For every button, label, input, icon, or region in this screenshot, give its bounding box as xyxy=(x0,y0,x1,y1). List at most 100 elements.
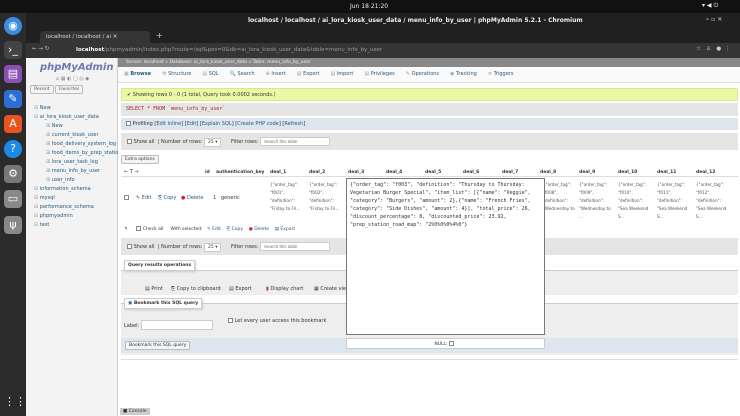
chromium-icon[interactable]: ◉ xyxy=(4,17,22,35)
close-tab-icon[interactable]: ✕ xyxy=(113,34,118,40)
cell-deal-2[interactable]: {"order_tag": "f002", "definition": "Fri… xyxy=(309,181,345,213)
column-header-deal_5[interactable]: deal_5 xyxy=(425,170,441,175)
profiling-checkbox[interactable] xyxy=(126,121,131,126)
create-view-button[interactable]: ▦ Create view xyxy=(314,286,350,292)
cell-deal-11[interactable]: {"order_tag": "f011", "definition": "Sea… xyxy=(657,181,693,221)
software-center-icon[interactable]: A xyxy=(4,115,22,133)
tree-item[interactable]: ⊟ information_schema xyxy=(34,186,91,192)
tab-browse[interactable]: ▦ Browse xyxy=(124,71,151,77)
usb-icon[interactable]: ψ xyxy=(4,216,22,234)
tree-item[interactable]: ⊞ food_delivery_system_log xyxy=(46,141,116,147)
new-tab-icon[interactable]: + xyxy=(156,31,163,40)
refresh-link[interactable]: Refresh xyxy=(284,121,303,127)
help-icon[interactable]: ? xyxy=(4,140,22,158)
sort-arrows[interactable]: ← T → xyxy=(124,169,139,175)
system-tray-icons[interactable]: ▾ ◀ ⏻ xyxy=(702,2,718,10)
tab-insert[interactable]: ⊕ Insert xyxy=(266,71,286,77)
bulk-delete-button[interactable]: ● Delete xyxy=(249,227,269,232)
drive-icon[interactable]: ▭ xyxy=(4,190,22,208)
check-all-checkbox[interactable] xyxy=(136,226,142,231)
row-checkbox[interactable] xyxy=(124,195,129,200)
tab-structure[interactable]: ⚒ Structure xyxy=(162,71,191,77)
create-php-link[interactable]: Create PHP code xyxy=(237,121,279,127)
breadcrumb-table[interactable]: Table: menu_info_by_user xyxy=(253,60,311,65)
console-toggle[interactable]: ■ Console xyxy=(120,408,150,415)
edit-link[interactable]: Edit xyxy=(187,121,197,127)
tab-tracking[interactable]: ◉ Tracking xyxy=(450,71,477,77)
sql-query[interactable]: SELECT * FROM `menu_info_by_user` xyxy=(121,103,738,116)
filter-input[interactable] xyxy=(259,137,330,146)
column-header-deal_4[interactable]: deal_4 xyxy=(386,170,402,175)
row-delete-button[interactable]: ● Delete xyxy=(181,195,203,201)
tab-triggers[interactable]: ≡ Triggers xyxy=(488,71,514,77)
tab-search[interactable]: 🔍 Search xyxy=(230,71,255,77)
cell-auth-key[interactable]: generic xyxy=(221,195,240,201)
cell-deal-12[interactable]: {"order_tag": "f012", "definition": "Sea… xyxy=(696,181,732,221)
tree-item[interactable]: ⊟ mysql xyxy=(34,195,55,201)
column-header-deal_2[interactable]: deal_2 xyxy=(309,170,325,175)
column-header-id[interactable]: id xyxy=(205,170,210,175)
show-all-checkbox[interactable] xyxy=(127,139,132,144)
bulk-copy-button[interactable]: ⎘ Copy xyxy=(227,227,243,232)
breadcrumb-database[interactable]: Database: ai_lora_kiosk_user_data xyxy=(169,60,247,65)
url-field[interactable]: localhost/phpmyadmin/index.php?route=/sq… xyxy=(76,47,382,53)
cell-deal-8[interactable]: {"order_tag": "f008", "definition": "Wed… xyxy=(543,181,579,213)
favorites-button[interactable]: Favorites xyxy=(55,85,84,94)
column-header-deal_9[interactable]: deal_9 xyxy=(579,170,595,175)
row-edit-button[interactable]: ✎ Edit xyxy=(136,195,151,201)
tree-item[interactable]: ⊞ New xyxy=(46,123,63,129)
column-header-deal_6[interactable]: deal_6 xyxy=(463,170,479,175)
bookmark-submit-button[interactable]: Bookmark this SQL query xyxy=(125,341,191,350)
files-icon[interactable]: ▤ xyxy=(4,65,22,83)
column-header-deal_1[interactable]: deal_1 xyxy=(270,170,286,175)
rows-select-bottom[interactable]: 25 ▾ xyxy=(204,243,222,252)
browser-tab[interactable]: localhost / localhost / ai ✕ xyxy=(40,31,150,43)
column-header-deal_12[interactable]: deal_12 xyxy=(696,170,715,175)
tree-item[interactable]: ⊞ menu_info_by_user xyxy=(46,168,100,174)
null-checkbox[interactable] xyxy=(449,341,454,346)
tab-export[interactable]: ▤ Export xyxy=(297,71,320,77)
pma-logo[interactable]: phpMyAdmin xyxy=(40,62,113,73)
cell-deal-10[interactable]: {"order_tag": "f010", "definition": "Sea… xyxy=(618,181,654,221)
column-header-deal_11[interactable]: deal_11 xyxy=(657,170,676,175)
public-bookmark-option[interactable]: Let every user access this bookmark xyxy=(228,318,326,324)
rows-select[interactable]: 25 ▾ xyxy=(204,138,222,147)
cell-edit-textarea[interactable]: {"order_tag": "f003", "definition": "Thu… xyxy=(346,178,545,335)
tab-import[interactable]: ▤ Import xyxy=(330,71,353,77)
row-copy-button[interactable]: ⎘ Copy xyxy=(158,195,176,201)
breadcrumb-server[interactable]: Server: localhost xyxy=(126,60,164,65)
column-header-deal_7[interactable]: deal_7 xyxy=(502,170,518,175)
cell-id[interactable]: 1 xyxy=(213,195,216,201)
show-apps-icon[interactable]: ⋮⋮ xyxy=(4,393,26,411)
recent-button[interactable]: Recent xyxy=(30,85,54,94)
public-checkbox[interactable] xyxy=(228,318,233,323)
show-all-checkbox-bottom[interactable] xyxy=(127,244,132,249)
bulk-edit-button[interactable]: ✎ Edit xyxy=(207,227,221,232)
tree-item[interactable]: ⊞ user_info xyxy=(46,177,75,183)
window-controls[interactable]: – ▫ ✕ xyxy=(706,16,722,23)
tree-item[interactable]: ⊟ test xyxy=(34,222,49,228)
tree-item[interactable]: ⊞ lora_user_task_log xyxy=(46,159,98,165)
tab-sql[interactable]: ▤ SQL xyxy=(202,71,218,77)
column-header-deal_8[interactable]: deal_8 xyxy=(540,170,556,175)
tree-item[interactable]: ⊟ phpmyadmin xyxy=(34,213,73,219)
settings-icon[interactable]: ⚙ xyxy=(4,165,22,183)
cell-deal-1[interactable]: {"order_tag": "f001", "definition": "Fri… xyxy=(270,181,306,213)
copy-clipboard-button[interactable]: ⎘ Copy to clipboard xyxy=(171,286,221,292)
print-button[interactable]: ▤ Print xyxy=(145,286,163,292)
sidebar-quick-icons[interactable]: ⌂ ▦ ◐ ▢ ◎ ◆ xyxy=(56,76,89,82)
tree-item[interactable]: ⊞ food_items_by_prep_station xyxy=(46,150,121,156)
column-header-deal_3[interactable]: deal_3 xyxy=(348,170,364,175)
cell-deal-9[interactable]: {"order_tag": "f009", "definition": "Wed… xyxy=(579,181,615,221)
tree-item[interactable]: ⊟ ai_lora_kiosk_user_data xyxy=(34,114,99,120)
column-header-deal_10[interactable]: deal_10 xyxy=(618,170,637,175)
tab-operations[interactable]: ✎ Operations xyxy=(406,71,439,77)
tree-item[interactable]: ⊟ New xyxy=(34,105,51,111)
terminal-icon[interactable]: ›_ xyxy=(4,41,22,59)
text-editor-icon[interactable]: ✎ xyxy=(4,90,22,108)
toolbar-icons[interactable]: ☆ ♙ ● ⋮ xyxy=(696,46,730,52)
column-header-authentication_key[interactable]: authentication_key xyxy=(216,170,264,175)
filter-input-bottom[interactable] xyxy=(259,242,330,251)
edit-inline-link[interactable]: Edit inline xyxy=(156,121,181,127)
export-button[interactable]: ▤ Export xyxy=(229,286,252,292)
